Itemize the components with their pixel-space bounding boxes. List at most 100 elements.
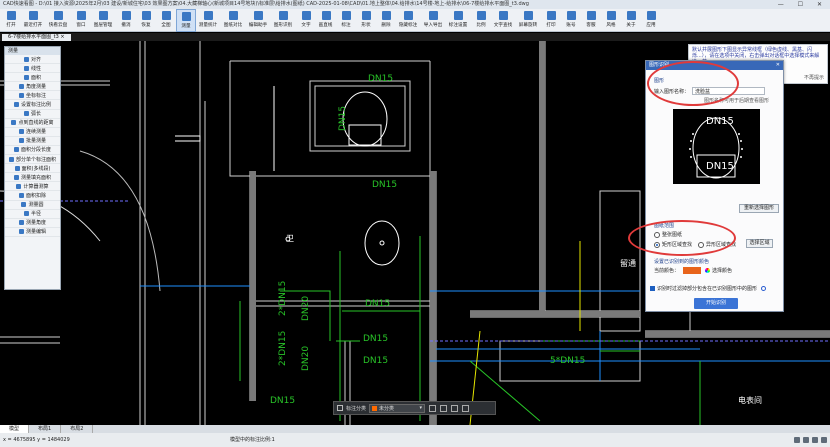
select-area-button[interactable]: 选择区域 (746, 239, 773, 248)
ribbon-button-17[interactable]: 删除 (376, 9, 396, 32)
start-recognition-button[interactable]: 开始识别 (694, 298, 738, 309)
ribbon-button-18[interactable]: 隐藏标注 (396, 9, 421, 32)
layout-tab[interactable]: 模型 (0, 425, 30, 433)
ribbon-button-21[interactable]: 比例 (471, 9, 491, 32)
ribbon-button-11[interactable]: 编辑助手 (246, 9, 271, 32)
ribbon-button-8[interactable]: 测量 (176, 9, 196, 32)
measure-tool-item[interactable]: 面积扣除 (5, 191, 60, 201)
status-icon-1[interactable] (794, 437, 800, 443)
measure-tool-item[interactable]: 弧长 (5, 110, 60, 119)
measure-tool-item[interactable]: 批量测量 (5, 137, 60, 146)
ribbon-button-29[interactable]: 应用 (641, 9, 661, 32)
ribbon-label: 形状 (361, 22, 371, 28)
move-icon[interactable] (451, 404, 459, 412)
ribbon-button-7[interactable]: 全图 (156, 9, 176, 32)
fl-label: DN15 (338, 106, 348, 131)
layout-tab[interactable]: 布局1 (29, 425, 62, 433)
ribbon-button-23[interactable]: 屏幕旋转 (516, 9, 541, 32)
ribbon-label: 风格 (606, 22, 616, 28)
measure-tool-item[interactable]: 计算器测算 (5, 182, 60, 192)
ribbon-button-20[interactable]: 标注设置 (446, 9, 471, 32)
dismiss-tip-button[interactable]: 不再提示 (804, 75, 824, 81)
measure-tool-label: 对齐 (30, 56, 41, 63)
ribbon-button-14[interactable]: 画直线 (316, 9, 336, 32)
ribbon-button-2[interactable]: 快看云盘 (46, 9, 71, 32)
help-icon[interactable] (761, 286, 767, 291)
measure-tool-item[interactable]: 面积分段长度 (5, 146, 60, 156)
measure-tool-item[interactable]: 连续测量 (5, 128, 60, 137)
ribbon-button-12[interactable]: 图形识别 (271, 9, 296, 32)
ribbon-button-4[interactable]: 图层管理 (91, 9, 116, 32)
ribbon-label: 关于 (626, 22, 636, 28)
measure-tool-item[interactable]: 设置标注比例 (5, 100, 60, 110)
measure-tool-item[interactable]: 对齐 (5, 55, 60, 65)
copy-icon[interactable] (440, 404, 448, 412)
color-swatch[interactable] (683, 267, 702, 274)
ribbon-button-1[interactable]: 最近打开 (21, 9, 46, 32)
measure-tool-item[interactable]: 测量角度 (5, 219, 60, 228)
ribbon-label: 标注 (341, 22, 351, 28)
dn20-label: DN20 (301, 296, 311, 321)
ribbon-icon (381, 11, 391, 20)
ribbon-label: 窗口 (76, 22, 86, 28)
ribbon-label: 快看云盘 (49, 22, 68, 28)
ribbon-label: 图层管理 (94, 22, 113, 28)
ribbon-label: 恢复 (141, 22, 151, 28)
tab-drawing[interactable]: 6-7楼给排水平面图_t3 × (2, 34, 71, 41)
window-title: CAD快速看图 - D:\01 接入资源\2025年2月\03 建设/新城住宅\… (3, 1, 529, 7)
ribbon-button-15[interactable]: 标注 (336, 9, 356, 32)
measure-tool-item[interactable]: 测量圆 (5, 201, 60, 210)
ribbon-button-19[interactable]: 导入导出 (421, 9, 446, 32)
ribbon-button-10[interactable]: 图纸对比 (221, 9, 246, 32)
ribbon-button-22[interactable]: 文字查找 (491, 9, 516, 32)
ribbon-icon (301, 11, 311, 20)
category-select[interactable]: 未分类 ▾ (369, 403, 426, 413)
ribbon-label: 图形识别 (274, 22, 293, 28)
ribbon-button-3[interactable]: 窗口 (71, 9, 91, 32)
section-color: 设置已识别到的图形颜色 (654, 259, 710, 265)
choose-color-button[interactable]: 选择颜色 (712, 267, 732, 274)
ribbon-button-6[interactable]: 恢复 (136, 9, 156, 32)
ribbon-icon (341, 11, 351, 20)
measure-tool-item[interactable]: 部分单个标注面积 (5, 155, 60, 165)
grid-icon[interactable] (337, 405, 343, 411)
ribbon-button-5[interactable]: 撤消 (116, 9, 136, 32)
status-icon-4[interactable] (821, 437, 827, 443)
measure-tool-icon (18, 138, 24, 144)
ribbon-button-28[interactable]: 关于 (621, 9, 641, 32)
category-value: 未分类 (379, 405, 395, 412)
status-icon-3[interactable] (812, 437, 818, 443)
ribbon-label: 全图 (161, 22, 171, 28)
status-icon-2[interactable] (803, 437, 809, 443)
measure-tool-label: 坐标标注 (25, 92, 46, 99)
measure-tool-item[interactable]: 点到直线的距离 (5, 119, 60, 128)
measure-tool-item[interactable]: 测量填充面积 (5, 173, 60, 183)
measure-tool-item[interactable]: 面积 (5, 73, 60, 83)
ribbon-button-13[interactable]: 文字 (296, 9, 316, 32)
ribbon-button-0[interactable]: 打开 (1, 9, 21, 32)
measure-tool-item[interactable]: 面积(多线段) (5, 164, 60, 174)
measure-panel-title: 测量 (5, 47, 60, 55)
filter-checkbox[interactable]: 识别时过滤掉部分包含在已识别图形中的图形 (650, 285, 767, 292)
ribbon-button-24[interactable]: 打印 (541, 9, 561, 32)
measure-tool-item[interactable]: 半径 (5, 210, 60, 219)
measure-tool-item[interactable]: 测量编辑 (5, 228, 60, 237)
preview-label: DN15 (706, 116, 734, 127)
layout-tab[interactable]: 布局2 (61, 425, 94, 433)
ribbon-button-26[interactable]: 客服 (581, 9, 601, 32)
ribbon-button-27[interactable]: 风格 (601, 9, 621, 32)
ribbon-button-9[interactable]: 测量统计 (196, 9, 221, 32)
settings-icon[interactable] (462, 404, 470, 412)
ribbon-icon (626, 11, 636, 20)
window-controls[interactable]: — ☐ ✕ (778, 0, 828, 9)
edit-icon[interactable] (429, 404, 437, 412)
reselect-shape-button[interactable]: 重新选择图形 (739, 204, 779, 213)
ribbon-button-25[interactable]: 账号 (561, 9, 581, 32)
close-icon[interactable]: ✕ (776, 61, 780, 70)
ribbon-label: 图纸对比 (224, 22, 243, 28)
measure-tool-item[interactable]: 坐标标注 (5, 91, 60, 101)
ribbon-button-16[interactable]: 形状 (356, 9, 376, 32)
ribbon-label: 编辑助手 (249, 22, 268, 28)
measure-tool-item[interactable]: 角度测量 (5, 82, 60, 92)
measure-tool-item[interactable]: 线性 (5, 64, 60, 74)
